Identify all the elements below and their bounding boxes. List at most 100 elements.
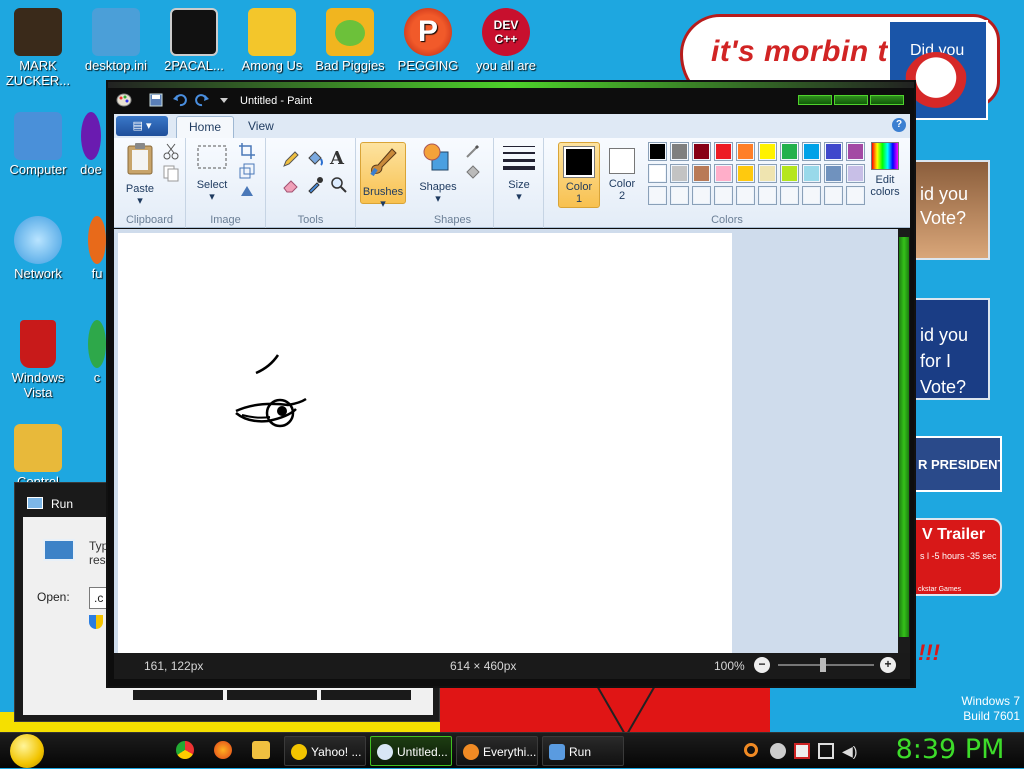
resize-icon[interactable] <box>238 162 256 180</box>
desktop-icon-you-all-are[interactable]: DEV C++ you all are <box>468 8 544 73</box>
scrollbar-thumb[interactable] <box>899 237 909 637</box>
minus-tray-icon[interactable] <box>770 743 786 759</box>
desktop-icon-pegging[interactable]: P PEGGING <box>390 8 466 73</box>
palette-swatch[interactable] <box>692 186 711 205</box>
palette-swatch[interactable] <box>824 164 843 183</box>
taskbar-button-everything[interactable]: Everythi... <box>456 736 538 766</box>
customize-dropdown-icon[interactable] <box>216 93 232 107</box>
taskbar-button-run[interactable]: Run <box>542 736 624 766</box>
paste-button[interactable]: Paste ▾ <box>120 142 160 207</box>
desktop-icon-bad-piggies[interactable]: Bad Piggies <box>312 8 388 73</box>
desktop-icon-fu[interactable]: fu <box>88 216 106 281</box>
palette-swatch[interactable] <box>648 142 667 161</box>
color-picker-icon[interactable] <box>306 176 324 194</box>
volume-icon[interactable]: ◀) <box>842 743 858 759</box>
chrome-taskbar-icon[interactable] <box>176 741 194 759</box>
palette-swatch[interactable] <box>692 164 711 183</box>
palette-swatch[interactable] <box>714 186 733 205</box>
paint-window[interactable]: Untitled - Paint ▤ ▾ Home View ? Paste ▾ … <box>106 80 916 688</box>
palette-swatch[interactable] <box>780 186 799 205</box>
palette-swatch[interactable] <box>670 142 689 161</box>
taskbar-button-paint[interactable]: Untitled... <box>370 736 452 766</box>
help-icon[interactable]: ? <box>892 118 906 132</box>
vertical-scrollbar[interactable] <box>898 229 910 653</box>
redo-icon[interactable] <box>194 93 210 107</box>
browse-button[interactable] <box>321 690 411 700</box>
tab-view[interactable]: View <box>236 116 286 138</box>
outline-icon[interactable] <box>464 142 482 160</box>
text-tool-icon[interactable]: A <box>330 148 348 169</box>
tab-home[interactable]: Home <box>176 116 235 138</box>
rotate-icon[interactable] <box>238 182 256 200</box>
palette-swatch[interactable] <box>846 142 865 161</box>
color2-button[interactable]: Color 2 <box>602 142 642 202</box>
fill-bucket-icon[interactable] <box>306 150 324 168</box>
network-tray-icon[interactable] <box>818 743 834 759</box>
everything-tray-icon[interactable] <box>744 743 758 757</box>
start-button[interactable] <box>6 733 48 769</box>
palette-swatch[interactable] <box>648 186 667 205</box>
zoom-slider-track[interactable] <box>778 664 874 666</box>
cancel-button[interactable] <box>227 690 317 700</box>
desktop-icon-control[interactable]: Control <box>0 424 76 489</box>
zoom-in-button[interactable]: + <box>880 657 896 673</box>
brushes-button[interactable]: Brushes ▾ <box>360 142 406 210</box>
palette-swatch[interactable] <box>758 186 777 205</box>
shapes-button[interactable]: Shapes ▾ <box>418 142 458 205</box>
undo-icon[interactable] <box>172 93 188 107</box>
close-button[interactable] <box>870 95 904 105</box>
paint-menu-button[interactable]: ▤ ▾ <box>116 116 168 136</box>
palette-swatch[interactable] <box>692 142 711 161</box>
desktop-icon-among-us[interactable]: Among Us <box>234 8 310 73</box>
palette-swatch[interactable] <box>670 164 689 183</box>
palette-swatch[interactable] <box>780 142 799 161</box>
size-button[interactable]: Size ▾ <box>500 142 538 203</box>
save-icon[interactable] <box>148 93 164 107</box>
desktop-icon-network[interactable]: Network <box>0 216 76 281</box>
drawing-canvas[interactable] <box>118 233 732 653</box>
magnifier-icon[interactable] <box>330 176 348 194</box>
maximize-button[interactable] <box>834 95 868 105</box>
palette-swatch[interactable] <box>714 164 733 183</box>
palette-swatch[interactable] <box>802 186 821 205</box>
copy-icon[interactable] <box>162 164 180 182</box>
palette-swatch[interactable] <box>736 186 755 205</box>
palette-swatch[interactable] <box>846 164 865 183</box>
palette-swatch[interactable] <box>758 164 777 183</box>
shape-fill-icon[interactable] <box>464 164 482 182</box>
palette-swatch[interactable] <box>824 142 843 161</box>
desktop-icon-doe[interactable]: doe <box>76 112 106 177</box>
pencil-icon[interactable] <box>282 150 300 168</box>
palette-swatch[interactable] <box>824 186 843 205</box>
flag-tray-icon[interactable] <box>794 743 810 759</box>
cut-icon[interactable] <box>162 142 180 160</box>
palette-swatch[interactable] <box>802 142 821 161</box>
crop-icon[interactable] <box>238 142 256 160</box>
palette-swatch[interactable] <box>780 164 799 183</box>
palette-swatch[interactable] <box>670 186 689 205</box>
edit-colors-button[interactable]: Edit colors <box>864 142 906 198</box>
explorer-taskbar-icon[interactable] <box>252 741 270 759</box>
palette-swatch[interactable] <box>714 142 733 161</box>
select-button[interactable]: Select ▾ <box>192 142 232 203</box>
desktop-icon-2pacal[interactable]: 2PACAL... <box>156 8 232 73</box>
ok-button[interactable] <box>133 690 223 700</box>
clock[interactable]: 8:39 PM <box>880 734 1020 765</box>
eraser-icon[interactable] <box>282 176 300 194</box>
taskbar-button-yahoo[interactable]: Yahoo! ... <box>284 736 366 766</box>
zoom-out-button[interactable]: − <box>754 657 770 673</box>
color1-button[interactable]: Color 1 <box>558 142 600 208</box>
paint-titlebar[interactable]: Untitled - Paint <box>108 88 914 114</box>
zoom-slider-handle[interactable] <box>820 658 826 672</box>
palette-swatch[interactable] <box>648 164 667 183</box>
palette-swatch[interactable] <box>736 142 755 161</box>
palette-swatch[interactable] <box>736 164 755 183</box>
firefox-taskbar-icon[interactable] <box>214 741 232 759</box>
desktop-icon-desktop-ini[interactable]: desktop.ini <box>78 8 154 73</box>
palette-swatch[interactable] <box>802 164 821 183</box>
palette-swatch[interactable] <box>758 142 777 161</box>
desktop-icon-windows-vista[interactable]: Windows Vista <box>0 320 76 400</box>
desktop-icon-c[interactable]: c <box>88 320 106 385</box>
desktop-icon-mark-zucker[interactable]: MARK ZUCKER... <box>0 8 76 88</box>
minimize-button[interactable] <box>798 95 832 105</box>
